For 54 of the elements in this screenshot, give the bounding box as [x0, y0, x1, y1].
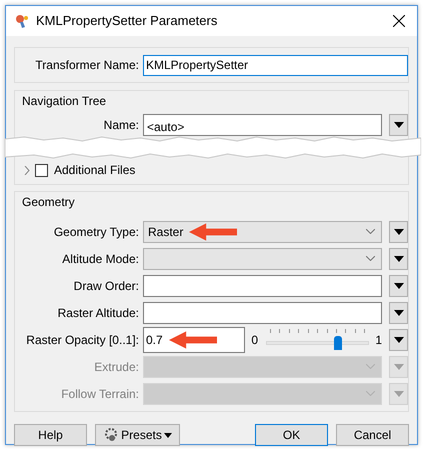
- checkbox-label: Additional Files: [54, 162, 136, 179]
- parameter-menu-button[interactable]: [389, 114, 408, 136]
- text-field[interactable]: [143, 302, 382, 324]
- field-label: Extrude:: [93, 358, 140, 376]
- field-label: Raster Altitude:: [56, 304, 140, 322]
- triangle-down-icon: [394, 256, 404, 262]
- text-field[interactable]: [143, 274, 382, 296]
- parameter-menu-button[interactable]: [389, 302, 408, 324]
- dialog-button[interactable]: Help: [14, 424, 87, 446]
- dialog-button[interactable]: OK: [255, 424, 328, 446]
- app-icon: [14, 13, 30, 29]
- parameter-menu-button[interactable]: [389, 248, 408, 270]
- triangle-down-icon: [394, 336, 404, 342]
- chevron-down-icon: [366, 229, 375, 234]
- triangle-down-icon: [394, 390, 404, 396]
- annotation-arrow: [168, 330, 217, 348]
- slider-max-label: 1: [375, 332, 382, 348]
- parameter-menu-button[interactable]: [389, 220, 408, 242]
- caret-icon: [164, 432, 172, 438]
- group-title: Geometry: [21, 194, 76, 211]
- triangle-down-icon: [394, 228, 404, 234]
- expand-chevron-icon[interactable]: [24, 166, 30, 174]
- field-label: Follow Terrain:: [60, 386, 140, 402]
- dropdown-field[interactable]: Raster: [143, 220, 382, 242]
- triangle-down-icon: [394, 364, 404, 370]
- chevron-down-icon: [366, 391, 375, 396]
- dropdown-field[interactable]: [143, 248, 382, 270]
- chevron-down-icon: [366, 364, 375, 369]
- field-label: Geometry Type:: [52, 224, 140, 240]
- dropdown-value: Raster: [148, 224, 184, 240]
- parameter-menu-button[interactable]: [389, 328, 408, 350]
- triangle-down-icon: [394, 282, 404, 288]
- chevron-down-icon: [366, 256, 375, 261]
- close-icon[interactable]: [393, 15, 405, 27]
- presets-button[interactable]: Presets: [95, 424, 180, 446]
- field-label: Transformer Name:: [34, 57, 140, 74]
- opacity-field[interactable]: 0.7: [143, 326, 246, 352]
- parameter-menu-button[interactable]: [389, 274, 408, 296]
- field-label: Altitude Mode:: [61, 250, 140, 268]
- dialog-button[interactable]: Cancel: [336, 424, 409, 446]
- transformer-name-field[interactable]: KMLPropertySetter: [143, 54, 408, 76]
- annotation-arrow: [189, 222, 238, 240]
- field-label: Raster Opacity [0..1]:: [25, 332, 140, 348]
- gear-icon: [103, 427, 120, 443]
- checkbox[interactable]: [35, 164, 48, 176]
- slider-thumb[interactable]: [334, 336, 342, 350]
- window-title: KMLPropertySetter Parameters: [36, 12, 218, 30]
- name-field[interactable]: <auto>: [143, 114, 382, 136]
- slider-min-label: 0: [251, 332, 258, 348]
- field-label: Name:: [102, 117, 140, 131]
- group-title: Navigation Tree: [21, 93, 108, 110]
- triangle-down-icon: [394, 122, 404, 128]
- field-label: Draw Order:: [72, 278, 140, 294]
- triangle-down-icon: [394, 310, 404, 316]
